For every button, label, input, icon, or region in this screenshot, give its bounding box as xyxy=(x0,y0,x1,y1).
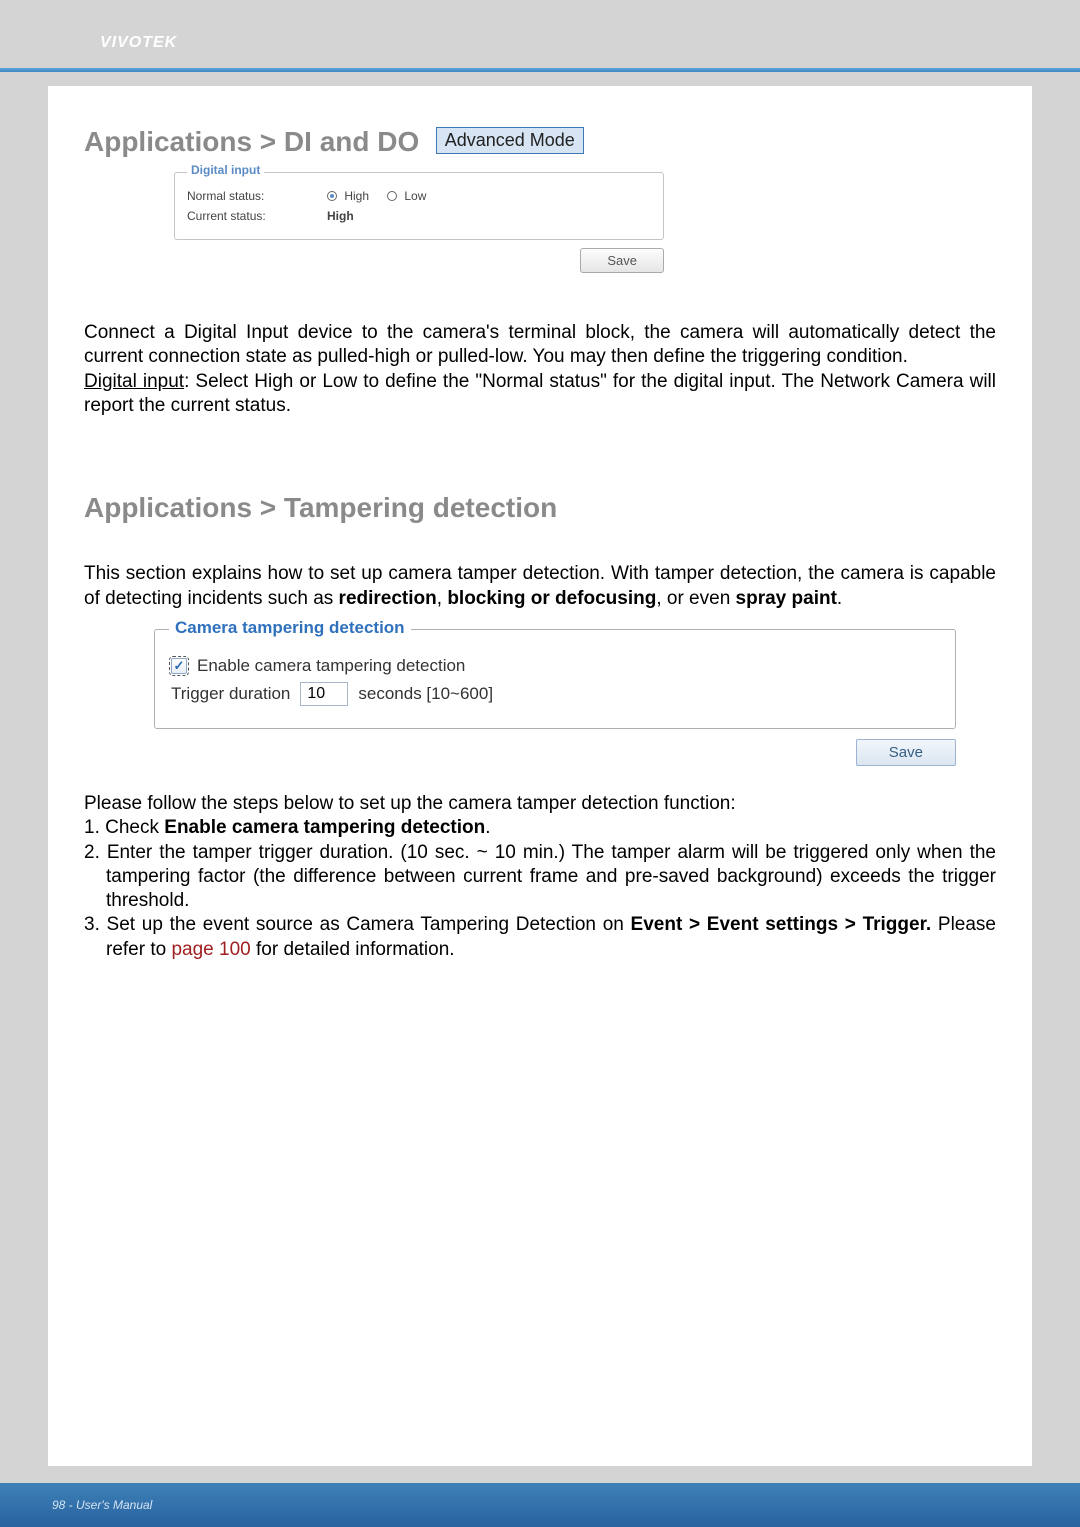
t-intro-c: , xyxy=(437,588,448,609)
radio-dot-icon xyxy=(327,191,337,201)
s3-b: Event > Event settings > Trigger. xyxy=(631,914,932,935)
steps-intro: Please follow the steps below to set up … xyxy=(84,792,996,816)
s3-d: page 100 xyxy=(171,939,250,960)
tamper-title: Applications > Tampering detection xyxy=(84,492,996,524)
header-divider xyxy=(0,68,1080,72)
normal-status-label: Normal status: xyxy=(187,189,327,203)
dido-title: Applications > DI and DO xyxy=(84,126,419,157)
dido-para-2-rest: : Select High or Low to define the "Norm… xyxy=(84,371,996,416)
t-intro-e: , or even xyxy=(656,588,735,609)
footer-bar: 98 - User's Manual xyxy=(0,1483,1080,1527)
s1-c: . xyxy=(485,817,490,838)
tamper-fieldset: Camera tampering detection ✓ Enable came… xyxy=(154,629,956,729)
step-2: 2. Enter the tamper trigger duration. (1… xyxy=(84,841,996,914)
tamper-legend: Camera tampering detection xyxy=(169,618,411,638)
s3-a: 3. Set up the event source as Camera Tam… xyxy=(84,914,631,935)
advanced-mode-badge: Advanced Mode xyxy=(436,127,584,154)
dido-paragraphs: Connect a Digital Input device to the ca… xyxy=(84,321,996,418)
enable-tamper-checkbox[interactable]: ✓ xyxy=(171,658,187,674)
enable-tamper-label: Enable camera tampering detection xyxy=(197,656,465,676)
t-intro-f: spray paint xyxy=(736,588,837,609)
tamper-fieldset-wrap: Camera tampering detection ✓ Enable came… xyxy=(154,629,956,729)
t-intro-g: . xyxy=(837,588,842,609)
radio-low-label: Low xyxy=(404,189,426,203)
current-status-label: Current status: xyxy=(187,209,327,223)
step-1: 1. Check Enable camera tampering detecti… xyxy=(84,816,996,840)
top-bar: VIVOTEK xyxy=(0,0,1080,68)
digital-input-underlined: Digital input xyxy=(84,371,184,392)
digital-input-legend: Digital input xyxy=(187,163,264,177)
t-intro-b: redirection xyxy=(339,588,437,609)
checkmark-icon: ✓ xyxy=(174,658,185,674)
digital-input-panel: Digital input Normal status: High Low Cu… xyxy=(174,172,664,273)
radio-high-label: High xyxy=(344,189,369,203)
page-content: Applications > DI and DO Advanced Mode D… xyxy=(48,86,1032,1466)
dido-heading-row: Applications > DI and DO Advanced Mode xyxy=(84,126,996,158)
s1-a: 1. Check xyxy=(84,817,164,838)
t-intro-d: blocking or defocusing xyxy=(447,588,656,609)
trigger-duration-row: Trigger duration seconds [10~600] xyxy=(171,682,939,706)
digital-input-fieldset: Digital input Normal status: High Low Cu… xyxy=(174,172,664,240)
dido-para-2: Digital input: Select High or Low to def… xyxy=(84,370,996,419)
normal-status-options: High Low xyxy=(327,189,426,203)
current-status-row: Current status: High xyxy=(187,209,651,223)
s3-e: for detailed information. xyxy=(251,939,455,960)
tamper-intro-paragraph: This section explains how to set up came… xyxy=(84,562,996,611)
normal-status-row: Normal status: High Low xyxy=(187,189,651,203)
radio-low[interactable]: Low xyxy=(387,189,426,203)
trigger-duration-suffix: seconds [10~600] xyxy=(358,684,493,704)
trigger-duration-input[interactable] xyxy=(300,682,348,706)
footer-text: 98 - User's Manual xyxy=(52,1498,152,1512)
di-save-button[interactable]: Save xyxy=(580,248,664,273)
tamper-save-row: Save xyxy=(84,739,956,766)
step-3: 3. Set up the event source as Camera Tam… xyxy=(84,913,996,962)
radio-dot-icon xyxy=(387,191,397,201)
radio-high[interactable]: High xyxy=(327,189,369,203)
enable-tamper-row: ✓ Enable camera tampering detection xyxy=(171,656,939,676)
di-save-row: Save xyxy=(174,248,664,273)
s1-b: Enable camera tampering detection xyxy=(164,817,485,838)
dido-para-1: Connect a Digital Input device to the ca… xyxy=(84,321,996,370)
trigger-duration-label: Trigger duration xyxy=(171,684,290,704)
tamper-save-button[interactable]: Save xyxy=(856,739,956,766)
current-status-value: High xyxy=(327,209,354,223)
brand-text: VIVOTEK xyxy=(100,34,177,52)
steps-block: Please follow the steps below to set up … xyxy=(84,792,996,962)
